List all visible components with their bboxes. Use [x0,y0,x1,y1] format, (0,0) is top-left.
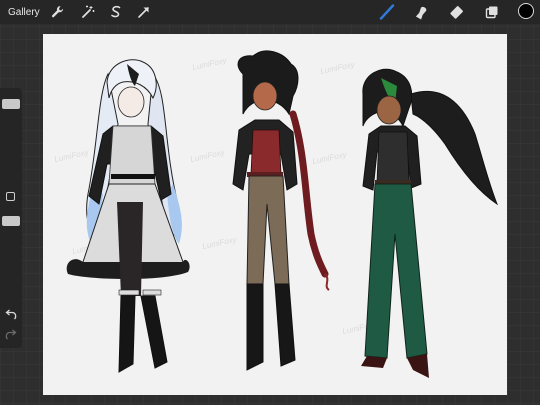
redo-icon[interactable] [3,328,19,342]
opacity-slider[interactable] [2,216,20,226]
svg-text:LumiFoxy: LumiFoxy [202,235,239,251]
brush-size-slider[interactable] [2,99,20,109]
character-white-hair [66,59,190,373]
brush-icon[interactable] [379,4,395,20]
svg-text:LumiFoxy: LumiFoxy [190,148,227,164]
svg-text:LumiFoxy: LumiFoxy [192,56,229,72]
undo-icon[interactable] [3,308,19,322]
svg-text:LumiFoxy: LumiFoxy [312,150,349,166]
gallery-button[interactable]: Gallery [8,7,40,18]
layers-icon[interactable] [484,4,500,20]
color-picker-button[interactable] [518,3,534,19]
selection-icon[interactable] [108,4,124,20]
smudge-icon[interactable] [414,4,430,20]
transform-arrow-icon[interactable] [136,4,152,20]
wrench-icon[interactable] [50,4,66,20]
left-sidebar [0,88,22,348]
character-green-streak [361,68,499,378]
eraser-icon[interactable] [449,4,465,20]
modify-button[interactable] [6,192,15,201]
character-lineup-artwork: LumiFoxy LumiFoxy LumiFoxy LumiFoxy Lumi… [54,50,499,378]
magic-wand-icon[interactable] [80,4,96,20]
drawing-canvas[interactable]: LumiFoxy LumiFoxy LumiFoxy LumiFoxy Lumi… [43,34,507,395]
svg-text:LumiFoxy: LumiFoxy [54,148,91,164]
character-red-braid [232,50,330,371]
svg-text:LumiFoxy: LumiFoxy [320,60,357,76]
